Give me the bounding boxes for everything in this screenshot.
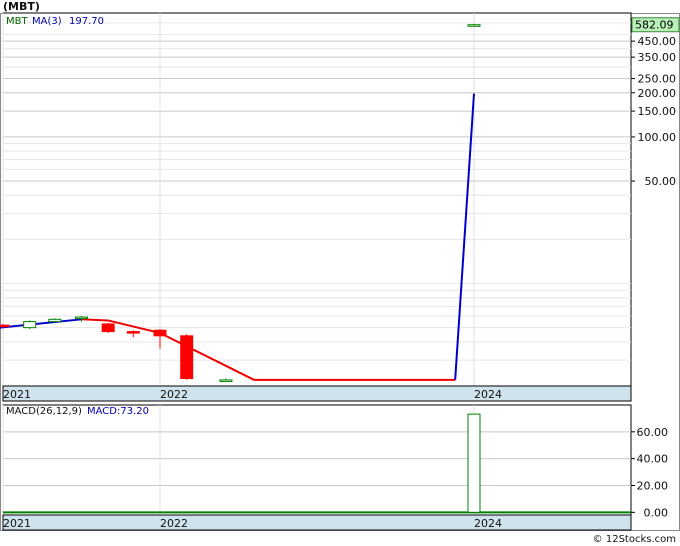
last-price-value: 582.09 <box>635 19 674 32</box>
candle-body <box>219 379 233 382</box>
price-y-tick-label: 350.00 <box>638 51 677 64</box>
candle-body <box>126 331 140 334</box>
ma-line-segment <box>81 318 109 322</box>
price-y-tick-label: 200.00 <box>638 87 677 100</box>
price-x-label: 2022 <box>160 388 188 401</box>
price-y-tick-label: 50.00 <box>645 175 677 188</box>
price-y-tick-label: 450.00 <box>638 35 677 48</box>
macd-x-label: 2021 <box>3 517 31 530</box>
macd-legend-label: MACD(26,12,9) <box>6 406 82 417</box>
candle-body <box>23 321 37 329</box>
macd-panel: 60.00 40.00 20.00 0.00 MACD(26,12,9) MACD:73.… <box>2 404 669 531</box>
legend-ma-value: 197.70 <box>69 16 104 27</box>
candle-body <box>0 324 10 328</box>
legend-symbol: MBT <box>6 16 28 27</box>
macd-bar <box>467 413 481 513</box>
macd-date-band <box>2 514 632 531</box>
candle-body <box>48 318 62 323</box>
macd-x-label: 2022 <box>160 517 188 530</box>
candle-body <box>101 323 115 333</box>
candle-body <box>153 329 167 337</box>
price-date-band <box>2 385 632 402</box>
macd-y-tick-label: 40.00 <box>637 453 669 466</box>
macd-legend-value: MACD:73.20 <box>87 406 149 417</box>
macd-y-tick-label: 20.00 <box>637 479 669 492</box>
credit-text: © 12Stocks.com <box>592 534 676 545</box>
stock-chart: 450.00 350.00 250.00200.00 150.00 100.00 50.0… <box>0 12 680 531</box>
price-plot-area <box>2 12 632 387</box>
candle-body <box>467 24 481 27</box>
macd-y-tick-label: 60.00 <box>637 426 669 439</box>
candle-body <box>75 316 88 320</box>
candle-body <box>180 335 194 380</box>
price-y-tick-label: 250.00 <box>638 73 677 86</box>
price-y-tick-label: 150.00 <box>638 105 677 118</box>
macd-plot-area <box>2 404 632 516</box>
macd-x-label: 2024 <box>474 517 502 530</box>
legend-ma-label: MA(3) <box>32 16 62 27</box>
price-x-label: 2021 <box>3 388 31 401</box>
price-x-label: 2024 <box>474 388 502 401</box>
macd-y-tick-label: 0.00 <box>644 506 669 519</box>
price-y-tick-label: 100.00 <box>638 131 677 144</box>
